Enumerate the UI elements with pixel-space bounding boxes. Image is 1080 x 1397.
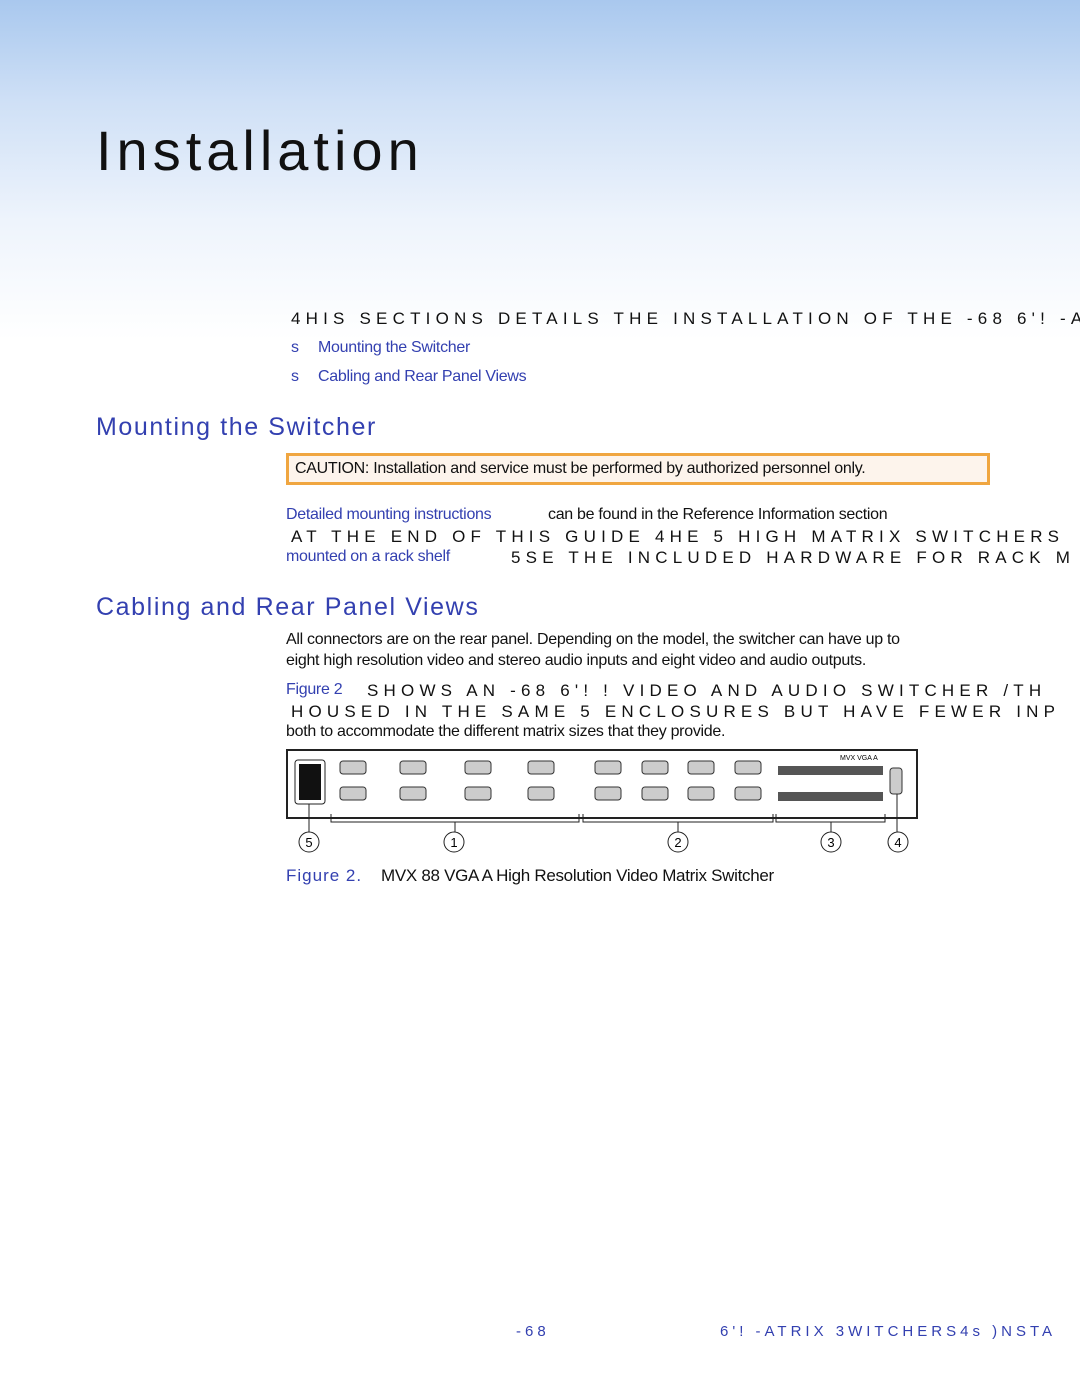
footer-left: -68	[516, 1323, 550, 1340]
rs232-port-icon	[889, 767, 903, 795]
cabling-text: All connectors are on the rear panel. De…	[286, 631, 900, 648]
rear-panel-figure: MVX VGA A 5 1 2 3 4	[286, 749, 918, 853]
caution-box: CAUTION: Installation and service must b…	[286, 453, 990, 485]
mounting-text: can be found in the Reference Informatio…	[548, 506, 888, 523]
panel-outline	[286, 749, 918, 819]
bullet-marker: s	[291, 339, 299, 356]
svg-text:3: 3	[827, 835, 834, 850]
heading-mounting: Mounting the Switcher	[96, 413, 377, 441]
heading-cabling: Cabling and Rear Panel Views	[96, 593, 480, 621]
cabling-text: both to accommodate the different matrix…	[286, 723, 726, 740]
svg-text:1: 1	[450, 835, 457, 850]
page-title: Installation	[96, 119, 424, 182]
figure-caption-label: Figure 2.	[286, 866, 363, 885]
link-mounting-instructions[interactable]: Detailed mounting instructions	[286, 506, 492, 524]
svg-text:4: 4	[894, 835, 901, 850]
cabling-text: HOUSED IN THE SAME 5 ENCLOSURES BUT HAVE…	[291, 702, 1061, 721]
bullet-marker: s	[291, 368, 299, 385]
footer-right: 6'! -ATRIX 3WITCHERS4s )NSTA	[720, 1323, 1056, 1340]
callouts: 5 1 2 3 4	[298, 831, 909, 853]
link-figure-2[interactable]: Figure 2	[286, 681, 343, 699]
link-rack-shelf[interactable]: mounted on a rack shelf	[286, 548, 450, 566]
mounting-text: AT THE END OF THIS GUIDE 4HE 5 HIGH MATR…	[291, 527, 1065, 546]
svg-text:2: 2	[674, 835, 681, 850]
panel-label: MVX VGA A	[840, 755, 878, 762]
figure-caption: MVX 88 VGA A High Resolution Video Matri…	[381, 866, 774, 885]
cabling-text: eight high resolution video and stereo a…	[286, 652, 866, 669]
link-mounting[interactable]: Mounting the Switcher	[318, 339, 470, 357]
intro-text: 4HIS SECTIONS DETAILS THE INSTALLATION O…	[291, 309, 1080, 328]
svg-text:5: 5	[305, 835, 312, 850]
cabling-text: SHOWS AN -68 6'! ! VIDEO AND AUDIO SWITC…	[367, 681, 1047, 700]
link-cabling[interactable]: Cabling and Rear Panel Views	[318, 368, 527, 386]
mounting-text: 5SE THE INCLUDED HARDWARE FOR RACK M	[511, 548, 1076, 567]
